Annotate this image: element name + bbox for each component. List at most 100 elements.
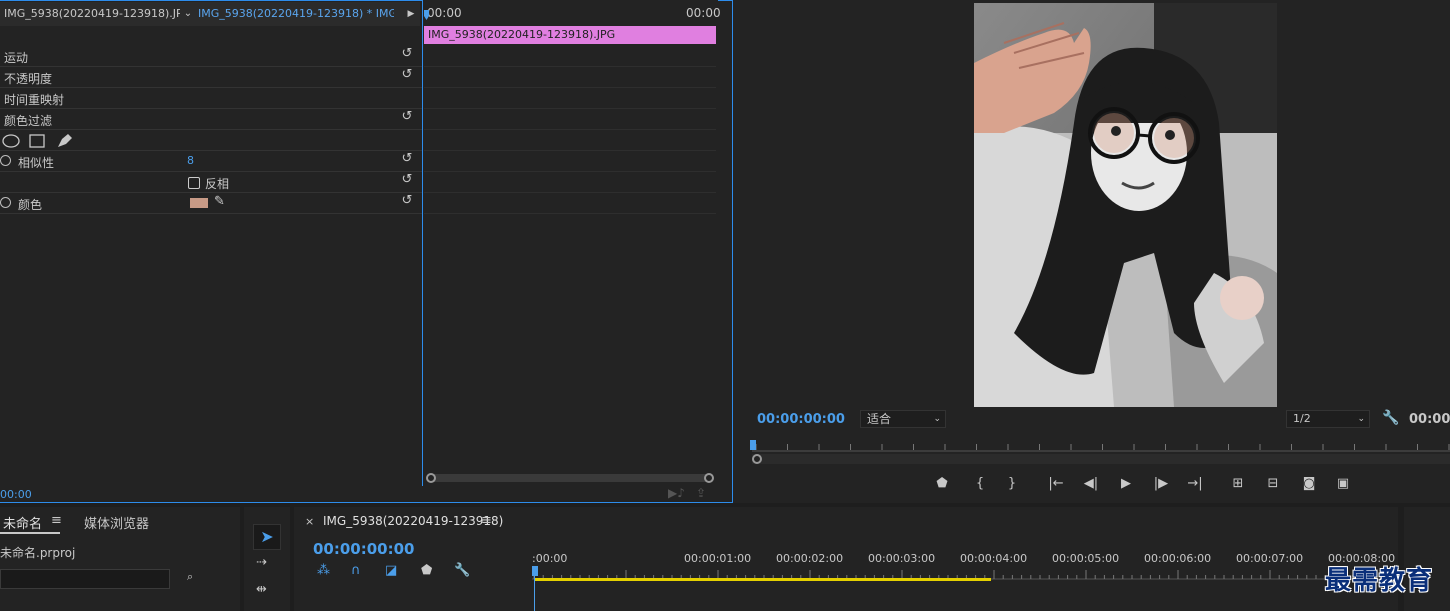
invert-label: 反相 <box>205 177 230 191</box>
camera-icon[interactable]: ◙ <box>1298 474 1320 494</box>
timeline-end-time: 00:00 <box>686 6 721 20</box>
find-icon[interactable]: ⌕ <box>187 570 193 584</box>
playhead[interactable] <box>750 440 756 450</box>
mask-tools-icons[interactable] <box>2 133 74 149</box>
active-tab-underline <box>0 532 60 534</box>
extract-icon[interactable]: ⊟ <box>1262 474 1284 494</box>
program-timecode[interactable]: 00:00:00:00 <box>757 412 845 427</box>
property-label: 颜色过滤 <box>4 114 53 128</box>
zoom-fit-value: 适合 <box>867 412 892 426</box>
program-ruler[interactable] <box>752 438 1450 452</box>
property-row-color[interactable]: 颜色 ✎ ↺ <box>0 193 422 214</box>
color-swatch[interactable] <box>190 198 208 208</box>
panel-menu-icon[interactable]: ≡ <box>481 513 492 528</box>
row-divider <box>424 129 716 130</box>
close-icon[interactable]: × <box>305 515 314 528</box>
property-label: 运动 <box>4 51 29 65</box>
clip-bar[interactable]: IMG_5938(20220419-123918).JPG <box>424 26 716 44</box>
timeline-start-time: 00:00 <box>427 6 462 20</box>
chevron-down-icon: ⌄ <box>933 414 941 424</box>
video-preview[interactable] <box>974 3 1277 407</box>
nest-toggle-icon[interactable]: ⁂ <box>317 563 330 578</box>
watermark-logo: 最需教育 <box>1325 566 1434 596</box>
row-divider <box>424 213 716 214</box>
stopwatch-icon[interactable] <box>0 197 11 208</box>
property-row-color-filter[interactable]: 颜色过滤 ↺ <box>0 109 422 130</box>
go-to-out-icon[interactable]: →| <box>1184 474 1206 494</box>
property-row-invert[interactable]: 反相 ↺ <box>0 172 422 193</box>
tab-project[interactable]: 未命名 <box>3 513 42 532</box>
effect-controls-time: 00:00 <box>0 488 32 501</box>
effect-controls-tabs: IMG_5938(20220419-123918).JPG ⌄ IMG_5938… <box>0 2 420 26</box>
step-forward-icon[interactable]: |▶ <box>1150 474 1172 494</box>
chevron-down-icon: ⌄ <box>1357 414 1365 424</box>
linked-selection-icon[interactable]: ◪ <box>385 563 397 578</box>
ruler-label: 00:00:04:00 <box>960 552 1028 565</box>
property-row-motion[interactable]: 运动 ↺ <box>0 46 422 67</box>
ruler-label: :00:00 <box>532 552 568 565</box>
property-row-opacity[interactable]: 不透明度 ↺ <box>0 67 422 88</box>
snap-magnet-icon[interactable]: ∩ <box>351 563 361 578</box>
play-icon[interactable]: ▶ <box>1115 474 1137 494</box>
reset-icon[interactable]: ↺ <box>400 110 414 124</box>
property-row-time-remap[interactable]: 时间重映射 <box>0 88 422 109</box>
ruler-label: 00:00:01:00 <box>684 552 752 565</box>
row-divider <box>424 87 716 88</box>
play-audio-icon[interactable]: ▶♪ <box>668 486 685 500</box>
property-row-similarity[interactable]: 相似性 8 ↺ <box>0 151 422 172</box>
reset-icon[interactable]: ↺ <box>400 68 414 82</box>
invert-checkbox[interactable] <box>188 177 200 189</box>
ruler-label: 00:00:05:00 <box>1052 552 1120 565</box>
export-icon[interactable]: ⇪ <box>696 486 706 500</box>
playback-resolution-select[interactable]: 1/2 ⌄ <box>1286 410 1370 428</box>
property-label: 相似性 <box>18 156 55 170</box>
row-divider <box>424 66 716 67</box>
tab-source-clip[interactable]: IMG_5938(20220419-123918).JPG <box>4 2 180 26</box>
tab-media-browser[interactable]: 媒体浏览器 <box>84 513 149 532</box>
stopwatch-icon[interactable] <box>0 155 11 166</box>
video-frame-image <box>974 3 1277 407</box>
ripple-edit-tool-icon[interactable]: ⇹ <box>256 582 267 597</box>
similarity-value[interactable]: 8 <box>187 154 194 167</box>
play-arrow-icon[interactable]: ▶ <box>404 2 418 26</box>
property-label: 不透明度 <box>4 72 53 86</box>
mark-out-icon[interactable]: } <box>1001 474 1023 494</box>
scroll-handle-left[interactable] <box>426 473 436 483</box>
row-divider <box>424 192 716 193</box>
mask-tools-row <box>0 130 422 151</box>
timeline-scrollbar[interactable] <box>426 473 714 483</box>
reset-icon[interactable]: ↺ <box>400 194 414 208</box>
selection-tool-icon[interactable]: ➤ <box>253 524 281 550</box>
add-marker-icon[interactable]: ⬟ <box>421 563 432 578</box>
scroll-handle[interactable] <box>752 454 762 464</box>
panel-menu-icon[interactable]: ≡ <box>51 513 62 528</box>
sequence-timecode[interactable]: 00:00:00:00 <box>313 540 415 558</box>
reset-icon[interactable]: ↺ <box>400 173 414 187</box>
reset-icon[interactable]: ↺ <box>400 47 414 61</box>
row-divider <box>424 108 716 109</box>
property-label: 颜色 <box>18 198 43 212</box>
program-duration-timecode: 00:00: <box>1409 412 1450 427</box>
ruler-label: 00:00:06:00 <box>1144 552 1212 565</box>
lift-icon[interactable]: ⊞ <box>1227 474 1249 494</box>
project-search-input[interactable] <box>0 569 170 589</box>
zoom-fit-select[interactable]: 适合 ⌄ <box>860 410 946 428</box>
wrench-icon[interactable]: 🔧 <box>454 563 470 578</box>
compare-view-icon[interactable]: ▣ <box>1332 474 1354 494</box>
wrench-icon[interactable]: 🔧 <box>1382 410 1399 426</box>
eyedropper-icon[interactable]: ✎ <box>214 194 225 209</box>
tab-sequence-clip[interactable]: IMG_5938(20220419-123918) * IMG... <box>198 2 394 26</box>
row-divider <box>424 150 716 151</box>
scroll-handle-right[interactable] <box>704 473 714 483</box>
reset-icon[interactable]: ↺ <box>400 152 414 166</box>
track-select-tool-icon[interactable]: ⇢ <box>256 555 267 570</box>
chevron-down-icon[interactable]: ⌄ <box>180 4 196 24</box>
work-area-bar[interactable] <box>534 578 991 581</box>
program-scrub-bar[interactable] <box>752 454 1450 464</box>
go-to-in-icon[interactable]: |← <box>1045 474 1067 494</box>
add-marker-icon[interactable]: ⬟ <box>931 474 953 494</box>
step-back-icon[interactable]: ◀| <box>1080 474 1102 494</box>
playhead[interactable] <box>532 566 538 576</box>
sequence-tab-title[interactable]: IMG_5938(20220419-123918) <box>323 514 503 528</box>
mark-in-icon[interactable]: { <box>969 474 991 494</box>
